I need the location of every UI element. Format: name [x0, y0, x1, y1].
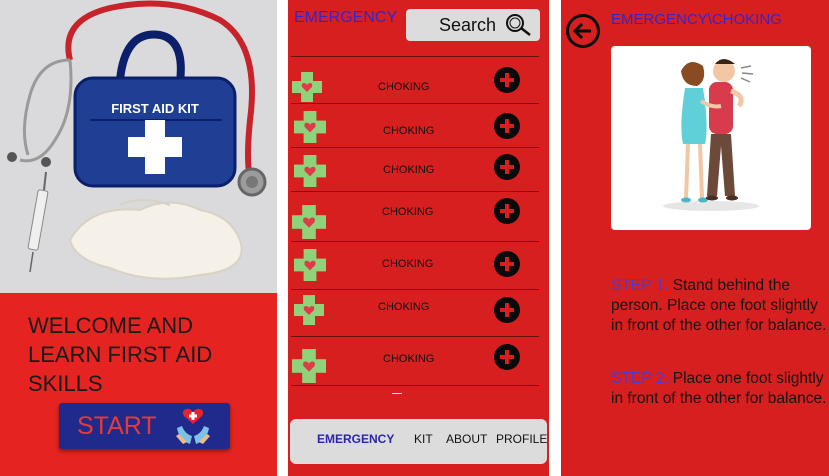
item-label: CHOKING	[378, 301, 430, 313]
step-2: STEP 2. Place one foot slightly in front…	[611, 369, 829, 409]
item-label: CHOKING	[383, 164, 435, 176]
medical-cross-icon	[292, 72, 322, 107]
divider	[291, 385, 539, 386]
divider	[291, 56, 539, 57]
list-item[interactable]: CHOKING	[288, 66, 549, 106]
nav-emergency[interactable]: EMERGENCY	[317, 432, 394, 446]
item-label: CHOKING	[378, 81, 430, 93]
medical-cross-icon	[292, 111, 328, 148]
plus-icon[interactable]	[494, 198, 520, 224]
search-icon	[504, 13, 532, 42]
divider	[291, 241, 539, 242]
list-item[interactable]: CHOKING	[288, 292, 549, 332]
emergency-list-screen: EMERGENCY Search CHOKING CHOKING CHOKING…	[288, 0, 549, 476]
plus-icon[interactable]	[494, 113, 520, 139]
medical-cross-icon	[292, 155, 328, 192]
arrow-left-icon	[572, 22, 591, 40]
first-aid-kit-photo: FIRST AID KIT	[0, 0, 277, 293]
medical-cross-icon	[292, 249, 328, 286]
search-button[interactable]: Search	[406, 9, 540, 41]
item-label: CHOKING	[382, 258, 434, 270]
nav-about[interactable]: ABOUT	[446, 432, 487, 446]
step-number: STEP 2.	[611, 370, 669, 387]
start-label: START	[77, 412, 157, 440]
bag-label: FIRST AID KIT	[111, 101, 199, 116]
welcome-screen: FIRST AID KIT WELCOME AND LEARN FIRST AI…	[0, 0, 277, 476]
divider	[291, 289, 539, 290]
nav-profile[interactable]: PROFILE	[496, 432, 547, 446]
choking-detail-screen: EMERGENCY\CHOKING STEP 1. Stand behind t…	[561, 0, 829, 476]
plus-icon[interactable]	[494, 251, 520, 277]
step-number: STEP 1.	[611, 277, 669, 294]
medical-cross-icon	[292, 204, 326, 245]
heart-hands-icon	[173, 406, 213, 451]
plus-icon[interactable]	[494, 154, 520, 180]
divider	[291, 191, 539, 192]
medical-cross-icon	[292, 295, 326, 330]
bottom-nav: EMERGENCY KIT ABOUT PROFILE	[290, 419, 547, 464]
search-label: Search	[439, 15, 497, 35]
start-button[interactable]: START	[59, 403, 230, 449]
list-item[interactable]: CHOKING	[288, 108, 549, 148]
plus-icon[interactable]	[494, 297, 520, 323]
list-item[interactable]: CHOKING	[288, 196, 549, 239]
plus-icon[interactable]	[494, 344, 520, 370]
item-label: CHOKING	[383, 353, 435, 365]
welcome-text: WELCOME AND LEARN FIRST AID SKILLS	[28, 313, 213, 396]
item-label: CHOKING	[382, 206, 434, 218]
list-item[interactable]: CHOKING	[288, 246, 549, 286]
choking-illustration	[611, 46, 811, 230]
medical-cross-icon	[292, 348, 326, 389]
page-title: EMERGENCY	[294, 9, 398, 26]
nav-kit[interactable]: KIT	[414, 432, 433, 446]
plus-icon[interactable]	[494, 67, 520, 93]
divider	[291, 336, 539, 337]
list-item[interactable]: CHOKING	[288, 342, 549, 383]
scroll-indicator	[392, 393, 402, 394]
step-1: STEP 1. Stand behind the person. Place o…	[611, 276, 829, 336]
divider	[291, 103, 539, 104]
divider	[291, 147, 539, 148]
back-button[interactable]	[566, 14, 600, 48]
list-item[interactable]: CHOKING	[288, 152, 549, 192]
item-label: CHOKING	[383, 125, 435, 137]
page-title: EMERGENCY\CHOKING	[611, 11, 782, 28]
